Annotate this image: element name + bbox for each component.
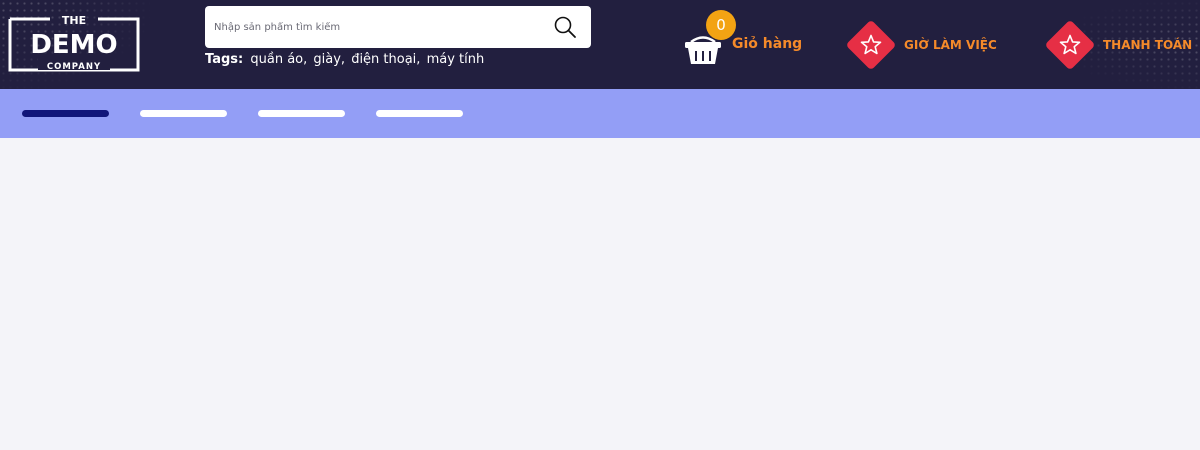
tag-link[interactable]: máy tính: [427, 52, 485, 67]
payment-label: THANH TOÁN: [1103, 38, 1193, 52]
star-badge: [845, 19, 897, 71]
tag-link[interactable]: quần áo,: [250, 52, 307, 67]
nav-tab[interactable]: [140, 110, 227, 117]
nav-tab[interactable]: [258, 110, 345, 117]
star-icon: [860, 34, 882, 55]
nav-tab[interactable]: [376, 110, 463, 117]
nav-tab[interactable]: [22, 110, 109, 117]
search-icon[interactable]: [553, 15, 577, 39]
cart-label: Giỏ hàng: [732, 36, 803, 52]
tags-label: Tags:: [205, 52, 244, 67]
working-hours-link[interactable]: GIỜ LÀM VIỆC: [845, 19, 997, 71]
logo-text-top: THE: [62, 14, 86, 27]
search-input[interactable]: [205, 6, 553, 48]
payment-link[interactable]: THANH TOÁN: [1044, 19, 1193, 71]
tag-link[interactable]: điện thoại,: [351, 52, 420, 67]
nav-bar: [0, 89, 1200, 138]
star-badge: [1044, 19, 1096, 71]
company-logo[interactable]: THE DEMO COMPANY: [8, 10, 140, 72]
main-content: [0, 138, 1200, 450]
search-bar: [205, 6, 591, 48]
search-tags: Tags: quần áo, giày, điện thoại, máy tín…: [205, 52, 486, 67]
star-icon: [1059, 34, 1081, 55]
tag-link[interactable]: giày,: [313, 52, 345, 67]
site-header: THE DEMO COMPANY Tags: quần áo, giày, đi…: [0, 0, 1200, 89]
cart-button[interactable]: 0 Giỏ hàng: [684, 10, 814, 70]
working-hours-label: GIỜ LÀM VIỆC: [904, 38, 997, 52]
logo-text-bottom: COMPANY: [47, 62, 101, 72]
logo-text-main: DEMO: [30, 30, 117, 60]
